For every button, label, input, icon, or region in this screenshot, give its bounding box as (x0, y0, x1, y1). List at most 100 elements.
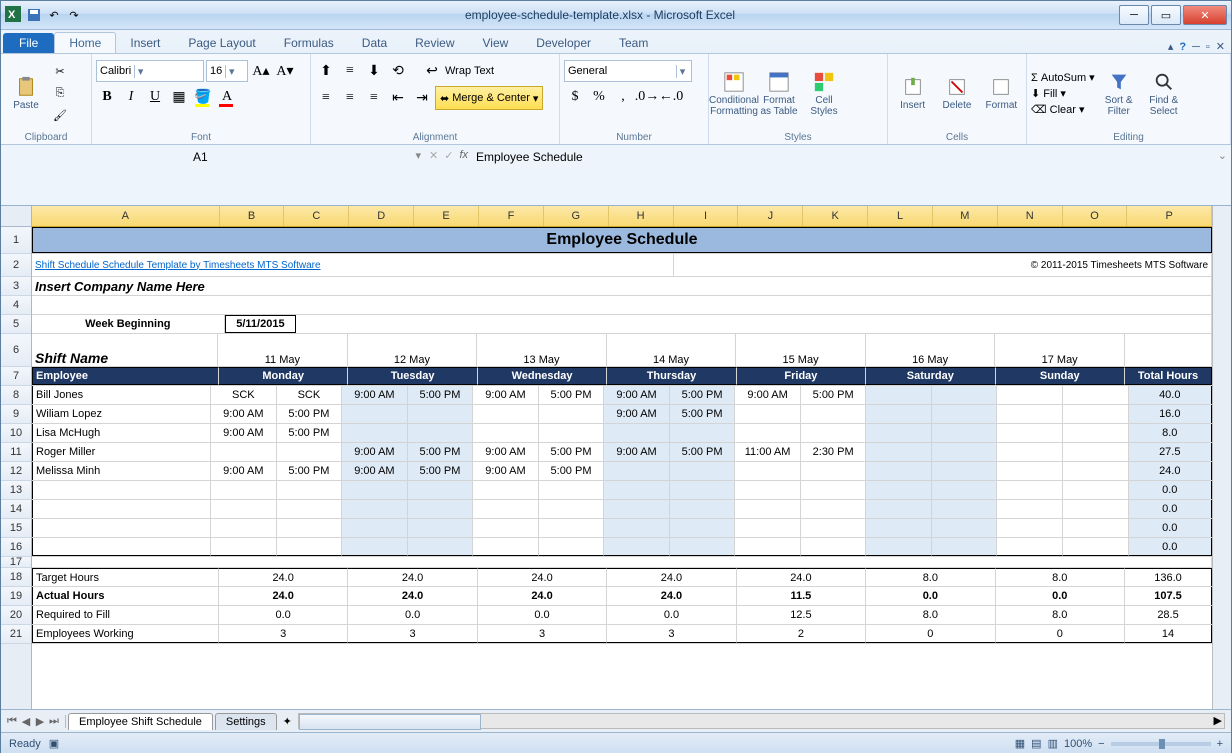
tab-insert[interactable]: Insert (116, 33, 174, 53)
shift-cell[interactable]: 9:00 AM (473, 443, 539, 461)
summary-value[interactable]: 8.0 (866, 568, 995, 586)
underline-button[interactable]: U (144, 86, 166, 108)
align-center-icon[interactable]: ≡ (339, 87, 361, 109)
shift-cell[interactable]: 5:00 PM (277, 405, 343, 423)
summary-value[interactable]: 3 (607, 625, 736, 643)
shift-cell[interactable] (997, 424, 1063, 442)
summary-value[interactable]: 3 (478, 625, 607, 643)
hdr-day[interactable]: Wednesday (478, 367, 607, 385)
hdr-day[interactable]: Sunday (996, 367, 1125, 385)
minimize-button[interactable]: ─ (1119, 5, 1149, 25)
shift-cell[interactable] (539, 519, 605, 537)
shift-cell[interactable] (604, 519, 670, 537)
row-header[interactable]: 4 (1, 296, 31, 315)
employee-name[interactable] (32, 481, 211, 499)
redo-icon[interactable]: ↷ (65, 6, 83, 24)
clear-button[interactable]: ⌫ Clear ▾ (1031, 103, 1095, 116)
shift-cell[interactable]: 9:00 AM (473, 386, 539, 404)
shift-cell[interactable] (1063, 519, 1129, 537)
shift-cell[interactable] (277, 500, 343, 518)
summary-value[interactable]: 3 (348, 625, 477, 643)
summary-value[interactable]: 24.0 (607, 587, 736, 605)
tab-home[interactable]: Home (54, 32, 116, 53)
shift-cell[interactable]: 9:00 AM (604, 405, 670, 423)
shift-cell[interactable] (408, 481, 474, 499)
view-layout-icon[interactable]: ▤ (1031, 737, 1041, 750)
col-header[interactable]: B (220, 206, 285, 226)
summary-value[interactable]: 24.0 (348, 587, 477, 605)
tab-team[interactable]: Team (605, 33, 662, 53)
row-header[interactable]: 6 (1, 334, 31, 367)
shift-cell[interactable] (932, 424, 998, 442)
employee-name[interactable]: Melissa Minh (32, 462, 211, 480)
dec-decimal-icon[interactable]: ←.0 (660, 86, 682, 108)
shift-cell[interactable] (342, 538, 408, 556)
tab-view[interactable]: View (469, 33, 523, 53)
shift-cell[interactable] (1063, 386, 1129, 404)
col-header[interactable]: D (349, 206, 414, 226)
wrap-text-label[interactable]: Wrap Text (445, 65, 494, 77)
shift-cell[interactable] (997, 405, 1063, 423)
summary-value[interactable]: 24.0 (348, 568, 477, 586)
row-header[interactable]: 18 (1, 568, 31, 587)
employee-name[interactable]: Roger Miller (32, 443, 211, 461)
summary-label[interactable]: Target Hours (32, 568, 219, 586)
shift-cell[interactable] (1063, 462, 1129, 480)
zoom-in-icon[interactable]: + (1217, 738, 1223, 750)
shift-cell[interactable] (539, 481, 605, 499)
shift-cell[interactable] (866, 424, 932, 442)
date-header[interactable]: 17 May (995, 334, 1125, 366)
row-header[interactable]: 16 (1, 538, 31, 557)
shift-cell[interactable] (211, 519, 277, 537)
shift-cell[interactable] (670, 481, 736, 499)
col-header[interactable]: J (738, 206, 803, 226)
inc-decimal-icon[interactable]: .0→ (636, 86, 658, 108)
spacer[interactable] (32, 557, 1212, 567)
total-hours[interactable]: 0.0 (1129, 500, 1212, 518)
wrap-text-icon[interactable]: ↩ (421, 60, 443, 82)
undo-icon[interactable]: ↶ (45, 6, 63, 24)
col-header[interactable]: M (933, 206, 998, 226)
shift-cell[interactable] (408, 538, 474, 556)
total-hours[interactable]: 0.0 (1129, 519, 1212, 537)
shift-cell[interactable] (670, 538, 736, 556)
window-close-icon[interactable]: ✕ (1216, 40, 1225, 53)
col-header[interactable]: I (674, 206, 739, 226)
shift-cell[interactable] (211, 500, 277, 518)
hdr-day[interactable]: Friday (737, 367, 866, 385)
align-right-icon[interactable]: ≡ (363, 87, 385, 109)
date-header[interactable]: 14 May (607, 334, 737, 366)
shift-cell[interactable] (997, 386, 1063, 404)
font-name-combo[interactable]: Calibri▾ (96, 60, 204, 82)
new-sheet-icon[interactable]: ✦ (283, 715, 292, 728)
shift-cell[interactable] (342, 424, 408, 442)
shift-cell[interactable] (801, 500, 867, 518)
shift-cell[interactable] (735, 538, 801, 556)
week-value[interactable]: 5/11/2015 (225, 315, 297, 333)
number-format-combo[interactable]: General▾ (564, 60, 692, 82)
shift-cell[interactable]: 5:00 PM (539, 443, 605, 461)
hdr-day[interactable]: Saturday (866, 367, 995, 385)
shift-cell[interactable] (932, 481, 998, 499)
shift-cell[interactable] (604, 481, 670, 499)
employee-name[interactable]: Wiliam Lopez (32, 405, 211, 423)
shift-cell[interactable] (801, 405, 867, 423)
hdr-day[interactable]: Thursday (607, 367, 736, 385)
percent-icon[interactable]: % (588, 86, 610, 108)
shift-cell[interactable]: 9:00 AM (211, 424, 277, 442)
summary-value[interactable]: 0.0 (866, 587, 995, 605)
shift-cell[interactable] (801, 424, 867, 442)
summary-value[interactable]: 0.0 (219, 606, 348, 624)
shift-cell[interactable] (670, 424, 736, 442)
align-top-icon[interactable]: ⬆ (315, 60, 337, 82)
shift-cell[interactable] (866, 538, 932, 556)
shift-cell[interactable]: 9:00 AM (342, 443, 408, 461)
font-size-combo[interactable]: 16▾ (206, 60, 248, 82)
summary-value[interactable]: 8.0 (866, 606, 995, 624)
shift-cell[interactable] (932, 405, 998, 423)
shift-cell[interactable] (866, 519, 932, 537)
currency-icon[interactable]: $ (564, 86, 586, 108)
conditional-formatting-button[interactable]: Conditional Formatting (713, 61, 755, 127)
shift-cell[interactable]: 5:00 PM (408, 386, 474, 404)
window-restore-icon[interactable]: ▫ (1206, 41, 1210, 53)
